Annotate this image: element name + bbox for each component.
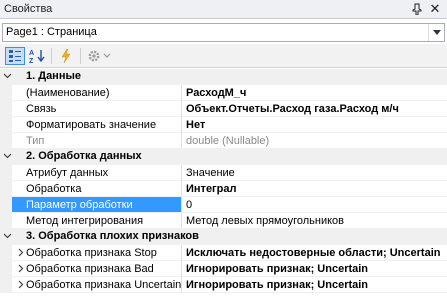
category-label: 3. Обработка плохих признаков xyxy=(26,230,199,242)
property-row[interactable]: Тип double (Nullable) xyxy=(0,133,447,149)
property-value[interactable]: РасходМ_ч xyxy=(182,85,447,101)
property-row-selected[interactable]: Параметр обработки 0 xyxy=(0,197,447,213)
property-name: Атрибут данных xyxy=(12,165,182,181)
row-gutter xyxy=(0,165,12,181)
toolbar-separator xyxy=(80,48,81,64)
chevron-down-icon[interactable] xyxy=(3,151,13,161)
toolbar-separator xyxy=(51,48,52,64)
property-row[interactable]: Форматировать значение Нет xyxy=(0,117,447,133)
row-gutter xyxy=(0,277,12,293)
row-gutter xyxy=(0,117,12,133)
category-label: 2. Обработка данных xyxy=(26,150,142,162)
svg-text:Z: Z xyxy=(29,58,34,64)
category-row[interactable]: 1. Данные xyxy=(0,69,447,85)
properties-toolbar: A Z xyxy=(0,44,447,68)
alphabetical-icon[interactable]: A Z xyxy=(27,47,47,65)
property-name: Обработка признака Stop xyxy=(12,245,182,261)
property-name: Метод интегрирования xyxy=(12,213,182,229)
chevron-down-icon[interactable] xyxy=(3,71,13,81)
property-value[interactable]: Значение xyxy=(182,165,447,181)
close-icon[interactable]: ✕ xyxy=(427,1,443,17)
property-name: Тип xyxy=(12,133,182,149)
chevron-down-icon[interactable] xyxy=(3,231,13,241)
property-row[interactable]: Связь Объект.Отчеты.Расход газа.Расход м… xyxy=(0,101,447,117)
property-value[interactable]: Нет xyxy=(182,117,447,133)
property-value[interactable]: 0 xyxy=(182,197,447,213)
chevron-down-icon[interactable] xyxy=(428,24,444,41)
row-gutter xyxy=(0,101,12,117)
row-gutter xyxy=(0,133,12,149)
properties-title-bar: Свойства ✕ xyxy=(0,0,447,19)
category-row[interactable]: 2. Обработка данных xyxy=(0,149,447,165)
pin-icon[interactable] xyxy=(409,1,425,17)
category-row[interactable]: 3. Обработка плохих признаков xyxy=(0,229,447,245)
row-gutter xyxy=(0,261,12,277)
svg-text:A: A xyxy=(29,50,34,57)
property-value[interactable]: Интеграл xyxy=(182,181,447,197)
window-title: Свойства xyxy=(4,3,53,15)
row-gutter xyxy=(0,245,12,261)
property-value[interactable]: Исключать недостоверные области; Uncerta… xyxy=(182,245,447,261)
property-row[interactable]: (Наименование) РасходМ_ч xyxy=(0,85,447,101)
property-row[interactable]: Обработка Интеграл xyxy=(0,181,447,197)
property-row[interactable]: Обработка признака Bad Игнорировать приз… xyxy=(0,261,447,277)
category-label: 1. Данные xyxy=(26,70,81,82)
property-value[interactable]: Игнорировать признак; Uncertain xyxy=(182,277,447,293)
property-row[interactable]: Метод интегрирования Метод левых прямоуг… xyxy=(0,213,447,229)
property-name: Форматировать значение xyxy=(12,117,182,133)
object-selector-value: Page1 : Страница xyxy=(6,26,97,38)
property-row[interactable]: Атрибут данных Значение xyxy=(0,165,447,181)
property-value: double (Nullable) xyxy=(182,133,447,149)
property-grid: 1. Данные (Наименование) РасходМ_ч Связь… xyxy=(0,69,447,296)
property-value[interactable]: Метод левых прямоугольников xyxy=(182,213,447,229)
property-name: Обработка xyxy=(12,181,182,197)
property-value[interactable]: Объект.Отчеты.Расход газа.Расход м/ч xyxy=(182,101,447,117)
events-icon[interactable] xyxy=(56,47,76,65)
property-name: Параметр обработки xyxy=(12,197,182,213)
property-name: Связь xyxy=(12,101,182,117)
property-name: Обработка признака Bad xyxy=(12,261,182,277)
categorized-icon[interactable] xyxy=(5,47,25,65)
property-name: (Наименование) xyxy=(12,85,182,101)
row-gutter xyxy=(0,181,12,197)
row-gutter xyxy=(0,213,12,229)
property-row[interactable]: Обработка признака Stop Исключать недост… xyxy=(0,245,447,261)
row-gutter xyxy=(0,85,12,101)
property-name: Обработка признака Uncertain xyxy=(12,277,182,293)
property-value[interactable]: Игнорировать признак; Uncertain xyxy=(182,261,447,277)
property-row[interactable]: Обработка признака Uncertain Игнорироват… xyxy=(0,277,447,293)
row-gutter xyxy=(0,197,12,213)
gear-icon[interactable] xyxy=(85,47,113,65)
object-selector[interactable]: Page1 : Страница xyxy=(2,23,445,42)
